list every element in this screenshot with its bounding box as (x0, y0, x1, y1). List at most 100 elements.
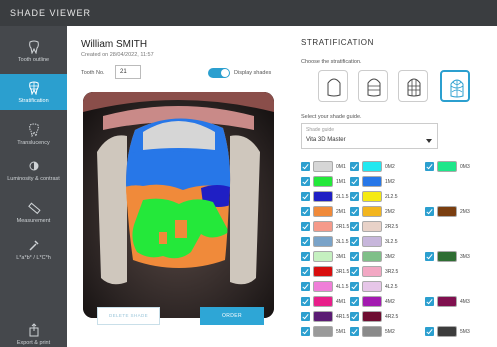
shade-checkbox[interactable] (301, 312, 310, 321)
shade-swatch (362, 221, 382, 232)
sidebar-item-label: Stratification (18, 98, 49, 104)
shade-swatch (313, 176, 333, 187)
order-button[interactable]: ORDER (200, 307, 264, 325)
sidebar-item-label: Luminosity & contrast (7, 176, 60, 182)
shade-guide-select[interactable]: Shade guide Vita 3D Master (301, 123, 438, 149)
stratification-option-three-layers[interactable] (358, 70, 388, 102)
tooth-number-input[interactable]: 21 (115, 65, 141, 79)
shade-region-2m1-d (159, 232, 167, 244)
shade-checkbox[interactable] (350, 162, 359, 171)
shade-label: 5M3 (460, 329, 470, 335)
shade-checkbox[interactable] (350, 297, 359, 306)
right-tooth (230, 135, 260, 285)
shade-checkbox[interactable] (301, 237, 310, 246)
shade-label: 2M2 (385, 209, 395, 215)
shade-checkbox[interactable] (301, 207, 310, 216)
shade-swatch (437, 206, 457, 217)
shade-checkbox[interactable] (425, 207, 434, 216)
shade-checkbox[interactable] (350, 312, 359, 321)
shade-checkbox[interactable] (350, 222, 359, 231)
sidebar-item-label: Measurement (16, 218, 51, 224)
shade-label: 2R1.5 (336, 224, 350, 230)
choose-stratification-label: Choose the stratification. (301, 59, 362, 65)
shade-region-2m1-c (175, 220, 187, 238)
shade-swatch (362, 266, 382, 277)
shade-checkbox[interactable] (425, 297, 434, 306)
shade-swatch (313, 221, 333, 232)
shade-checkbox[interactable] (301, 297, 310, 306)
shade-checkbox[interactable] (350, 177, 359, 186)
shade-label: 3L1.5 (336, 239, 349, 245)
shade-checkbox[interactable] (350, 327, 359, 336)
shade-region-1m2-b (126, 150, 231, 190)
stratification-option-single[interactable] (318, 70, 348, 102)
sidebar-item-lab[interactable]: L*a*b* / L*C*h (0, 238, 67, 262)
shade-swatch (362, 326, 382, 337)
shade-label: 3R2.5 (385, 269, 399, 275)
stratification-panel: STRATIFICATION Choose the stratification… (292, 26, 497, 347)
stratification-title: STRATIFICATION (301, 38, 374, 47)
shade-swatch (313, 191, 333, 202)
stratification-icon (28, 81, 39, 95)
three-horizontal-layers-icon (367, 78, 381, 97)
tooth-photo[interactable] (83, 92, 274, 318)
created-date: Created on 28/04/2022, 11:57 (81, 52, 154, 58)
shade-checkbox[interactable] (350, 237, 359, 246)
shade-label: 3M2 (385, 254, 395, 260)
shade-checkbox[interactable] (301, 162, 310, 171)
sidebar-item-measurement[interactable]: Measurement (0, 201, 67, 225)
shade-checkbox[interactable] (301, 192, 310, 201)
tooth-shade-map (83, 92, 274, 318)
toggle-knob (221, 69, 229, 77)
shade-checkbox[interactable] (425, 162, 434, 171)
shade-swatch (362, 311, 382, 322)
shade-swatch (313, 326, 333, 337)
shade-checkbox[interactable] (350, 192, 359, 201)
shade-checkbox[interactable] (301, 327, 310, 336)
delete-shade-button[interactable]: DELETE SHADE (97, 307, 160, 325)
shade-label: 4L1.5 (336, 284, 349, 290)
shade-label: 0M2 (385, 164, 395, 170)
shade-swatch (313, 296, 333, 307)
stratification-option-detailed[interactable] (440, 70, 470, 102)
shade-checkbox[interactable] (301, 177, 310, 186)
shade-swatch (437, 296, 457, 307)
shade-checkbox[interactable] (301, 282, 310, 291)
grid-layers-icon (407, 78, 421, 97)
shade-checkbox[interactable] (350, 207, 359, 216)
shade-checkbox[interactable] (301, 252, 310, 261)
shade-guide-value: Vita 3D Master (306, 137, 346, 143)
shade-checkbox[interactable] (425, 252, 434, 261)
shade-label: 1M2 (385, 179, 395, 185)
sidebar-item-export[interactable]: Export & print (0, 323, 67, 347)
shade-swatch (313, 311, 333, 322)
shade-label: 2L1.5 (336, 194, 349, 200)
shade-panel: William SMITH Created on 28/04/2022, 11:… (67, 26, 292, 347)
sidebar-item-stratification[interactable]: Stratification (0, 74, 67, 110)
stratification-option-grid[interactable] (398, 70, 428, 102)
sidebar: Tooth outline Stratification Translucenc… (0, 26, 67, 347)
pipette-icon (28, 240, 39, 251)
tooth-icon (28, 40, 39, 54)
shade-checkbox[interactable] (301, 267, 310, 276)
shade-checkbox[interactable] (350, 282, 359, 291)
shade-label: 0M1 (336, 164, 346, 170)
shade-checkbox[interactable] (425, 327, 434, 336)
shade-label: 5M2 (385, 329, 395, 335)
sidebar-item-translucency[interactable]: Translucency (0, 123, 67, 147)
shade-checkbox[interactable] (301, 222, 310, 231)
shade-checkbox[interactable] (350, 267, 359, 276)
chevron-down-icon (426, 139, 432, 143)
detailed-layers-icon (450, 79, 464, 98)
shade-swatch (313, 281, 333, 292)
sidebar-item-tooth-outline[interactable]: Tooth outline (0, 40, 67, 64)
sidebar-item-luminosity[interactable]: Luminosity & contrast (0, 159, 67, 183)
shade-checkbox[interactable] (350, 252, 359, 261)
shade-swatch (362, 161, 382, 172)
sidebar-item-label: L*a*b* / L*C*h (16, 255, 51, 261)
display-shades-toggle[interactable] (208, 68, 230, 78)
shade-label: 4R1.5 (336, 314, 350, 320)
shade-swatch (313, 236, 333, 247)
shade-swatch (313, 266, 333, 277)
translucency-icon (28, 123, 39, 137)
